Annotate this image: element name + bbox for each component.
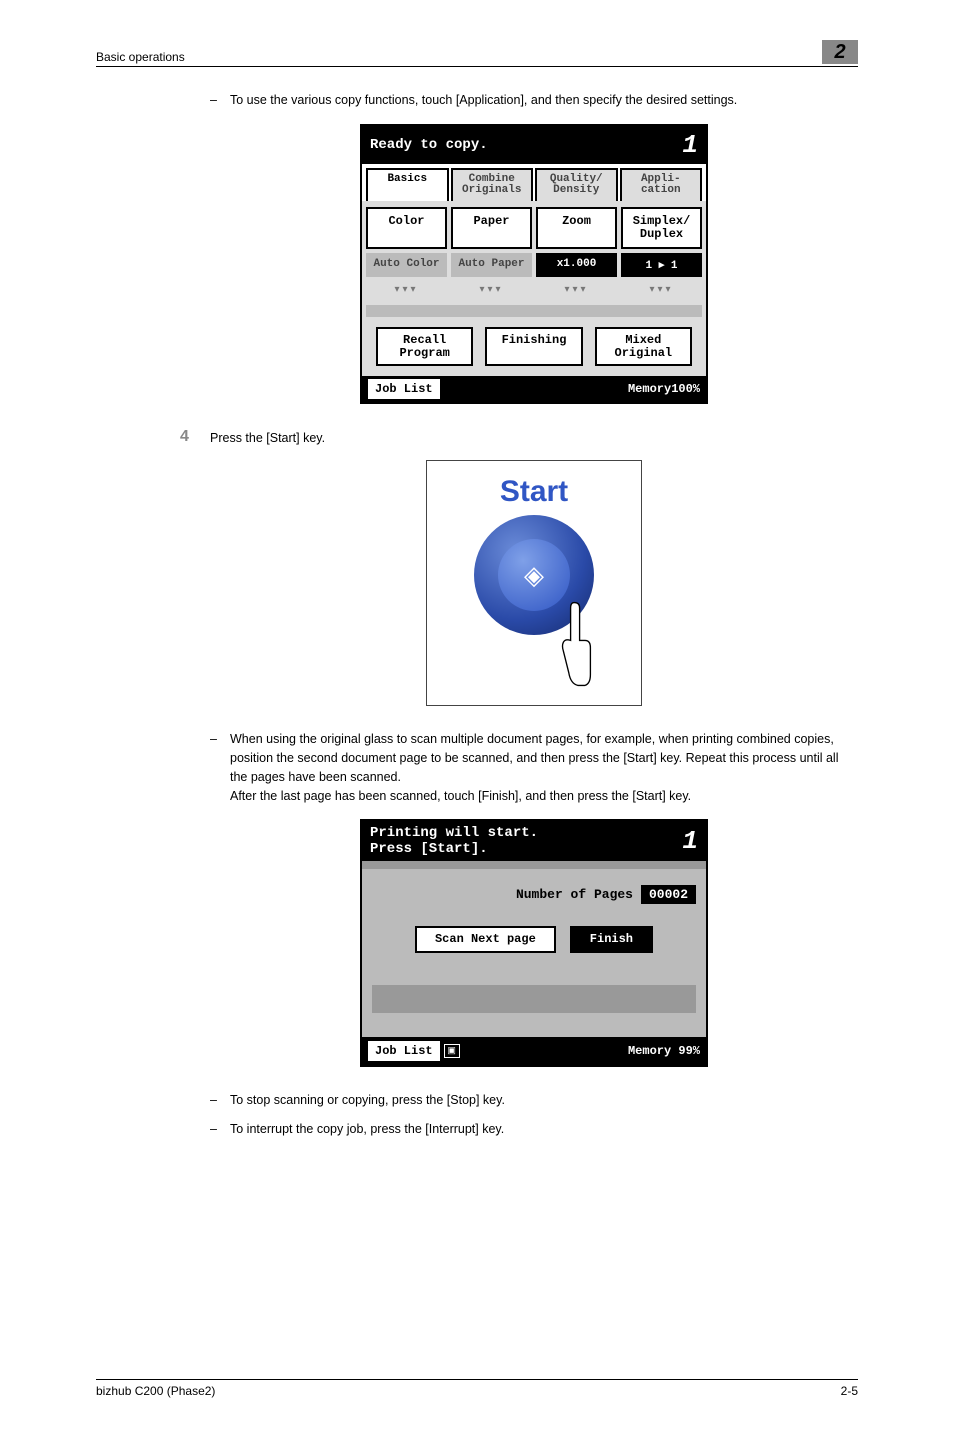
- dots-icon: ▾▾▾: [536, 281, 617, 299]
- gray-divider: [372, 985, 696, 1013]
- tab-combine[interactable]: Combine Originals: [451, 168, 534, 201]
- start-label: Start: [500, 475, 568, 509]
- pages-value: 00002: [641, 885, 696, 904]
- dots-icon: ▾▾▾: [451, 281, 532, 299]
- gray-divider: [366, 305, 702, 317]
- value-zoom[interactable]: x1.000: [536, 253, 617, 277]
- interrupt-bullet: – To interrupt the copy job, press the […: [210, 1120, 858, 1139]
- header-zoom[interactable]: Zoom: [536, 207, 617, 249]
- post-start-bullet: – When using the original glass to scan …: [210, 730, 858, 805]
- job-list-button[interactable]: Job List: [368, 1041, 440, 1061]
- dash-icon: –: [210, 1120, 230, 1139]
- status-block: Printing will start. Press [Start].: [370, 825, 538, 857]
- header-simplex[interactable]: Simplex/ Duplex: [621, 207, 702, 249]
- finger-press-icon: [557, 599, 595, 689]
- section-title: Basic operations: [96, 50, 185, 64]
- memory-status: Memory 99%: [628, 1044, 700, 1058]
- copy-count: 1: [682, 826, 698, 856]
- status-text: Ready to copy.: [370, 137, 488, 153]
- tab-basics[interactable]: Basics: [366, 168, 449, 201]
- dash-icon: –: [210, 1091, 230, 1110]
- pages-label: Number of Pages: [516, 887, 633, 902]
- diamond-icon: ◈: [524, 560, 544, 591]
- footer-model: bizhub C200 (Phase2): [96, 1384, 215, 1398]
- recall-program-button[interactable]: Recall Program: [376, 327, 473, 366]
- dots-icon: ▾▾▾: [621, 281, 702, 299]
- header-paper[interactable]: Paper: [451, 207, 532, 249]
- value-duplex[interactable]: 1 ▸ 1: [621, 253, 702, 277]
- copier-screen-printing: Printing will start. Press [Start]. 1 Nu…: [360, 819, 708, 1067]
- scan-next-button[interactable]: Scan Next page: [415, 926, 556, 953]
- stop-bullet: – To stop scanning or copying, press the…: [210, 1091, 858, 1110]
- header-color[interactable]: Color: [366, 207, 447, 249]
- status-line2: Press [Start].: [370, 841, 538, 857]
- memory-status: Memory100%: [628, 382, 700, 396]
- mixed-original-button[interactable]: Mixed Original: [595, 327, 692, 366]
- chapter-number: 2: [822, 40, 858, 64]
- finish-button[interactable]: Finish: [570, 926, 653, 953]
- footer-page: 2-5: [841, 1384, 858, 1398]
- dash-icon: –: [210, 91, 230, 110]
- copier-screen-ready: Ready to copy. 1 Basics Combine Original…: [360, 124, 708, 405]
- step-number: 4: [180, 428, 210, 446]
- page-footer: bizhub C200 (Phase2) 2-5: [96, 1379, 858, 1398]
- step-text: Press the [Start] key.: [210, 428, 325, 446]
- status-line1: Printing will start.: [370, 825, 538, 841]
- dash-icon: –: [210, 730, 230, 805]
- finishing-button[interactable]: Finishing: [485, 327, 582, 366]
- tab-quality[interactable]: Quality/ Density: [535, 168, 618, 201]
- value-color[interactable]: Auto Color: [366, 253, 447, 277]
- job-list-button[interactable]: Job List: [368, 379, 440, 399]
- job-document-icon[interactable]: ▣: [444, 1044, 460, 1058]
- page-header: Basic operations 2: [96, 40, 858, 67]
- value-paper[interactable]: Auto Paper: [451, 253, 532, 277]
- dots-icon: ▾▾▾: [366, 281, 447, 299]
- tab-application[interactable]: Appli- cation: [620, 168, 703, 201]
- intro-bullet: – To use the various copy functions, tou…: [210, 91, 858, 110]
- start-button-graphic: Start ◈: [426, 460, 642, 706]
- gray-strip: [362, 861, 706, 869]
- copy-count: 1: [682, 130, 698, 160]
